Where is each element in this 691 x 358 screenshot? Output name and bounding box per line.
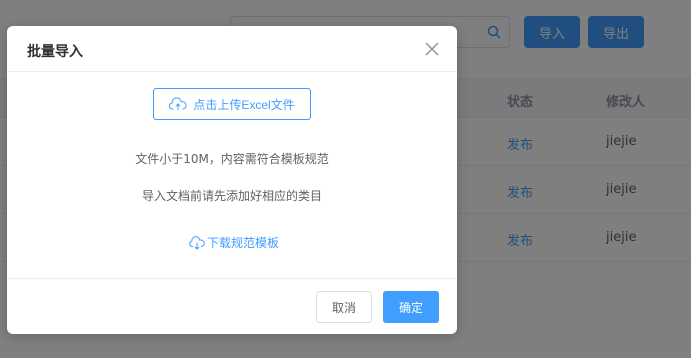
download-template-label: 下载规范模板 [207,236,280,250]
close-icon[interactable] [425,42,439,56]
cancel-button[interactable]: 取消 [316,291,372,323]
batch-import-dialog: 批量导入 点击上传Excel文件 文件小于10M，内容需符合模板规范 导入文档前… [7,26,457,334]
upload-button-label: 点击上传Excel文件 [193,97,295,112]
upload-excel-button[interactable]: 点击上传Excel文件 [153,88,311,120]
dialog-footer-divider [7,278,457,279]
cloud-upload-icon [169,97,187,110]
file-size-hint: 文件小于10M，内容需符合模板规范 [135,152,329,166]
dialog-title: 批量导入 [27,44,83,60]
confirm-button[interactable]: 确定 [383,291,439,323]
category-hint: 导入文档前请先添加好相应的类目 [141,189,322,203]
download-template-link[interactable]: 下载规范模板 [189,234,279,251]
dialog-header: 批量导入 [7,26,457,72]
cloud-download-icon [189,235,205,250]
